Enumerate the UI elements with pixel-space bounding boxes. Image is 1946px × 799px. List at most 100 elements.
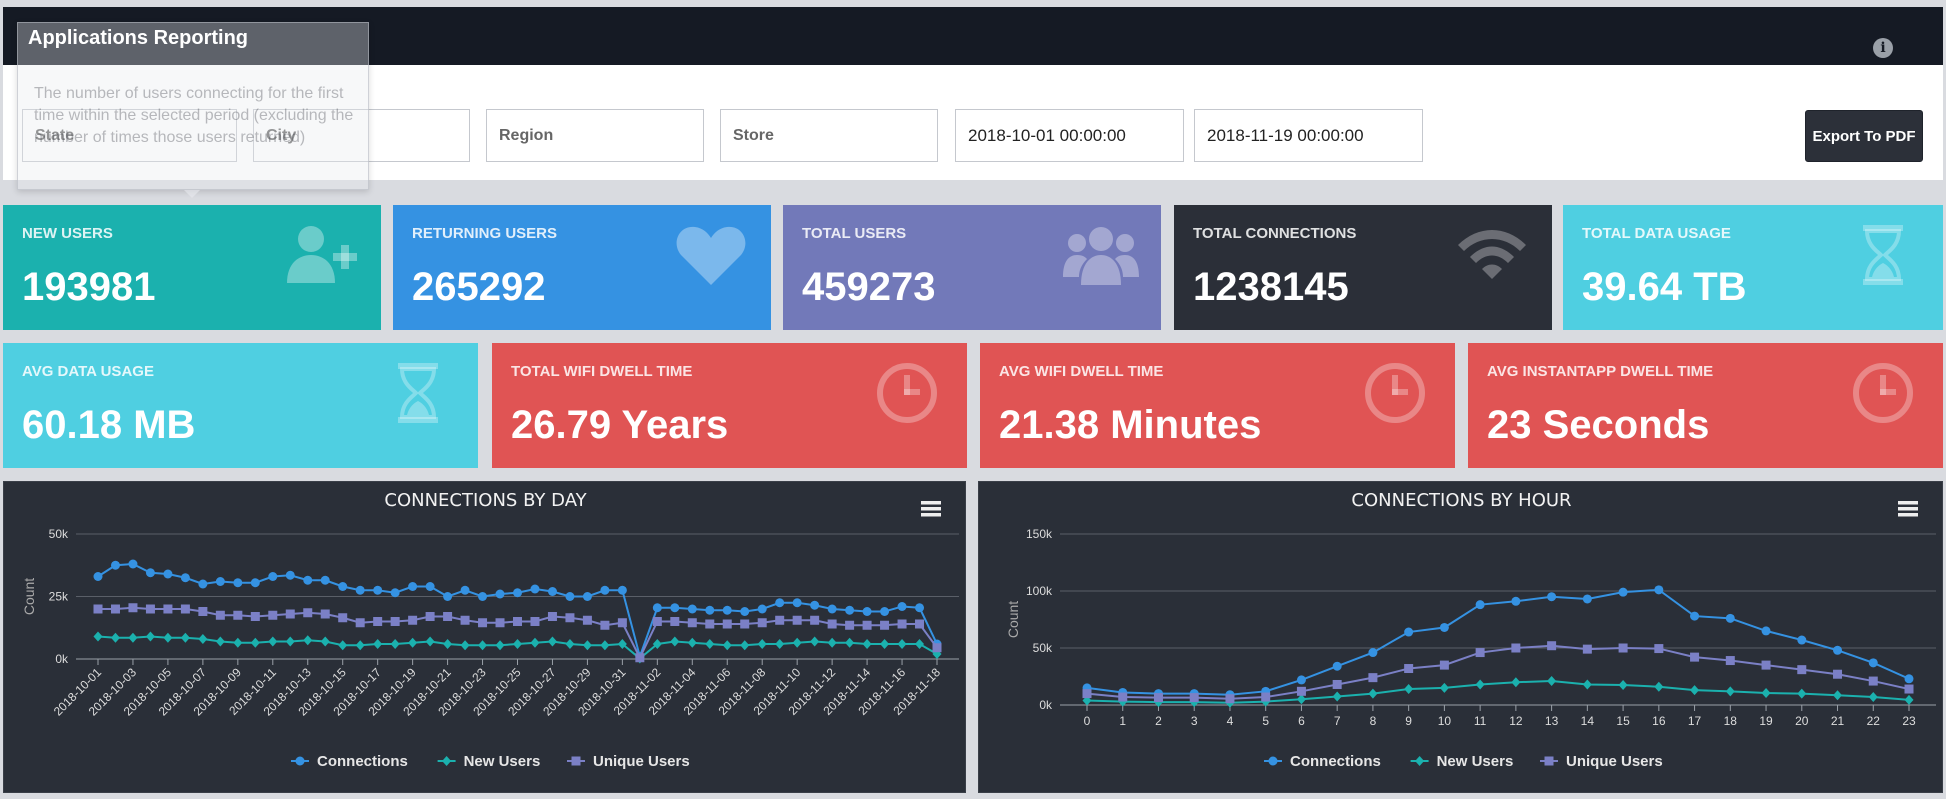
legend-item[interactable]: New Users [1410,753,1514,770]
data-point [932,643,942,653]
data-point [1618,680,1628,691]
data-point [1582,679,1592,690]
data-point [1904,674,1914,684]
data-point [1118,692,1128,702]
data-point [1618,643,1628,653]
legend-marker [1544,756,1554,766]
store-input[interactable] [720,109,938,162]
legend-item[interactable]: Unique Users [567,753,690,770]
x-tick-label: 7 [1334,714,1341,728]
data-point [617,585,627,595]
stat-card-total-connections: TOTAL CONNECTIONS 1238145 [1174,205,1552,330]
data-point [1332,679,1342,689]
stat-value: 459273 [802,265,936,309]
data-point [1797,665,1807,675]
stat-value: 21.38 Minutes [999,403,1262,447]
data-point [1618,587,1628,597]
legend-label: Connections [1290,753,1381,770]
series-line-connections [1086,588,1910,696]
stat-card-new-users: NEW USERS 193981 [3,205,381,330]
data-point [250,578,260,588]
data-point [320,609,330,619]
data-point [1725,656,1735,666]
data-point [810,600,820,610]
data-point [810,615,820,625]
export-pdf-button[interactable]: Export To PDF [1805,110,1923,162]
data-point [897,639,907,649]
data-point [757,639,767,649]
data-point [1261,692,1271,702]
x-tick-label: 16 [1652,714,1666,728]
data-point [635,653,645,663]
x-tick-label: 12 [1509,714,1523,728]
legend-marker [295,756,305,766]
data-point [338,640,348,651]
data-point [1725,613,1735,623]
data-point [617,618,627,628]
x-tick-label: 6 [1298,714,1305,728]
legend-item[interactable]: Unique Users [1540,753,1663,770]
data-point [338,613,348,623]
menu-icon[interactable] [921,501,941,517]
data-point [355,585,365,595]
stat-value: 1238145 [1193,265,1349,309]
data-point [915,603,925,613]
legend-item[interactable]: Connections [291,753,408,770]
data-point [722,605,732,615]
data-point [390,639,400,649]
data-point [687,618,697,628]
x-tick-label: 3 [1191,714,1198,728]
data-point [705,619,715,629]
data-point [93,572,103,581]
data-point [303,608,313,618]
stat-label: AVG WIFI DWELL TIME [999,363,1164,380]
data-point [1439,682,1449,693]
series-line-new-users [1086,680,1910,704]
x-tick-label: 11 [1474,714,1487,728]
data-point [233,578,243,588]
x-tick-label: 5 [1262,714,1269,728]
data-point [547,612,557,621]
stat-label: TOTAL DATA USAGE [1582,225,1731,242]
clock-icon [1845,361,1921,425]
y-tick-label: 150k [1026,527,1053,541]
start-date-input[interactable] [955,109,1184,162]
end-date-input[interactable] [1194,109,1423,162]
data-point [652,617,662,626]
menu-icon[interactable] [1898,501,1918,517]
data-point [1833,669,1843,679]
data-point [408,615,418,625]
info-icon[interactable]: i [1873,38,1893,58]
data-point [285,609,295,619]
region-input[interactable] [486,109,704,162]
tooltip-text: The number of users connecting for the f… [34,85,354,146]
data-point [757,604,767,614]
data-point [565,592,575,601]
data-point [145,631,155,642]
data-point [1582,644,1592,654]
data-point [1368,673,1378,683]
data-point [145,568,155,578]
data-point [460,640,470,651]
clock-icon [869,361,945,425]
data-point [1761,626,1771,636]
data-point [1439,622,1449,632]
data-point [1368,688,1378,699]
data-point [233,637,243,648]
data-point [827,604,837,614]
data-point [1690,611,1700,621]
data-point [303,575,313,585]
data-point [373,617,383,626]
chart-title: CONNECTIONS BY HOUR [1351,490,1571,511]
data-point [757,618,767,628]
data-point [845,605,855,615]
data-point [180,573,190,583]
data-point [740,640,750,651]
chart-title: CONNECTIONS BY DAY [384,490,587,511]
legend-item[interactable]: New Users [437,753,541,770]
legend-item[interactable]: Connections [1264,753,1381,770]
data-point [827,619,837,629]
data-point [303,635,313,646]
data-point [1547,641,1557,651]
data-point [722,640,732,651]
